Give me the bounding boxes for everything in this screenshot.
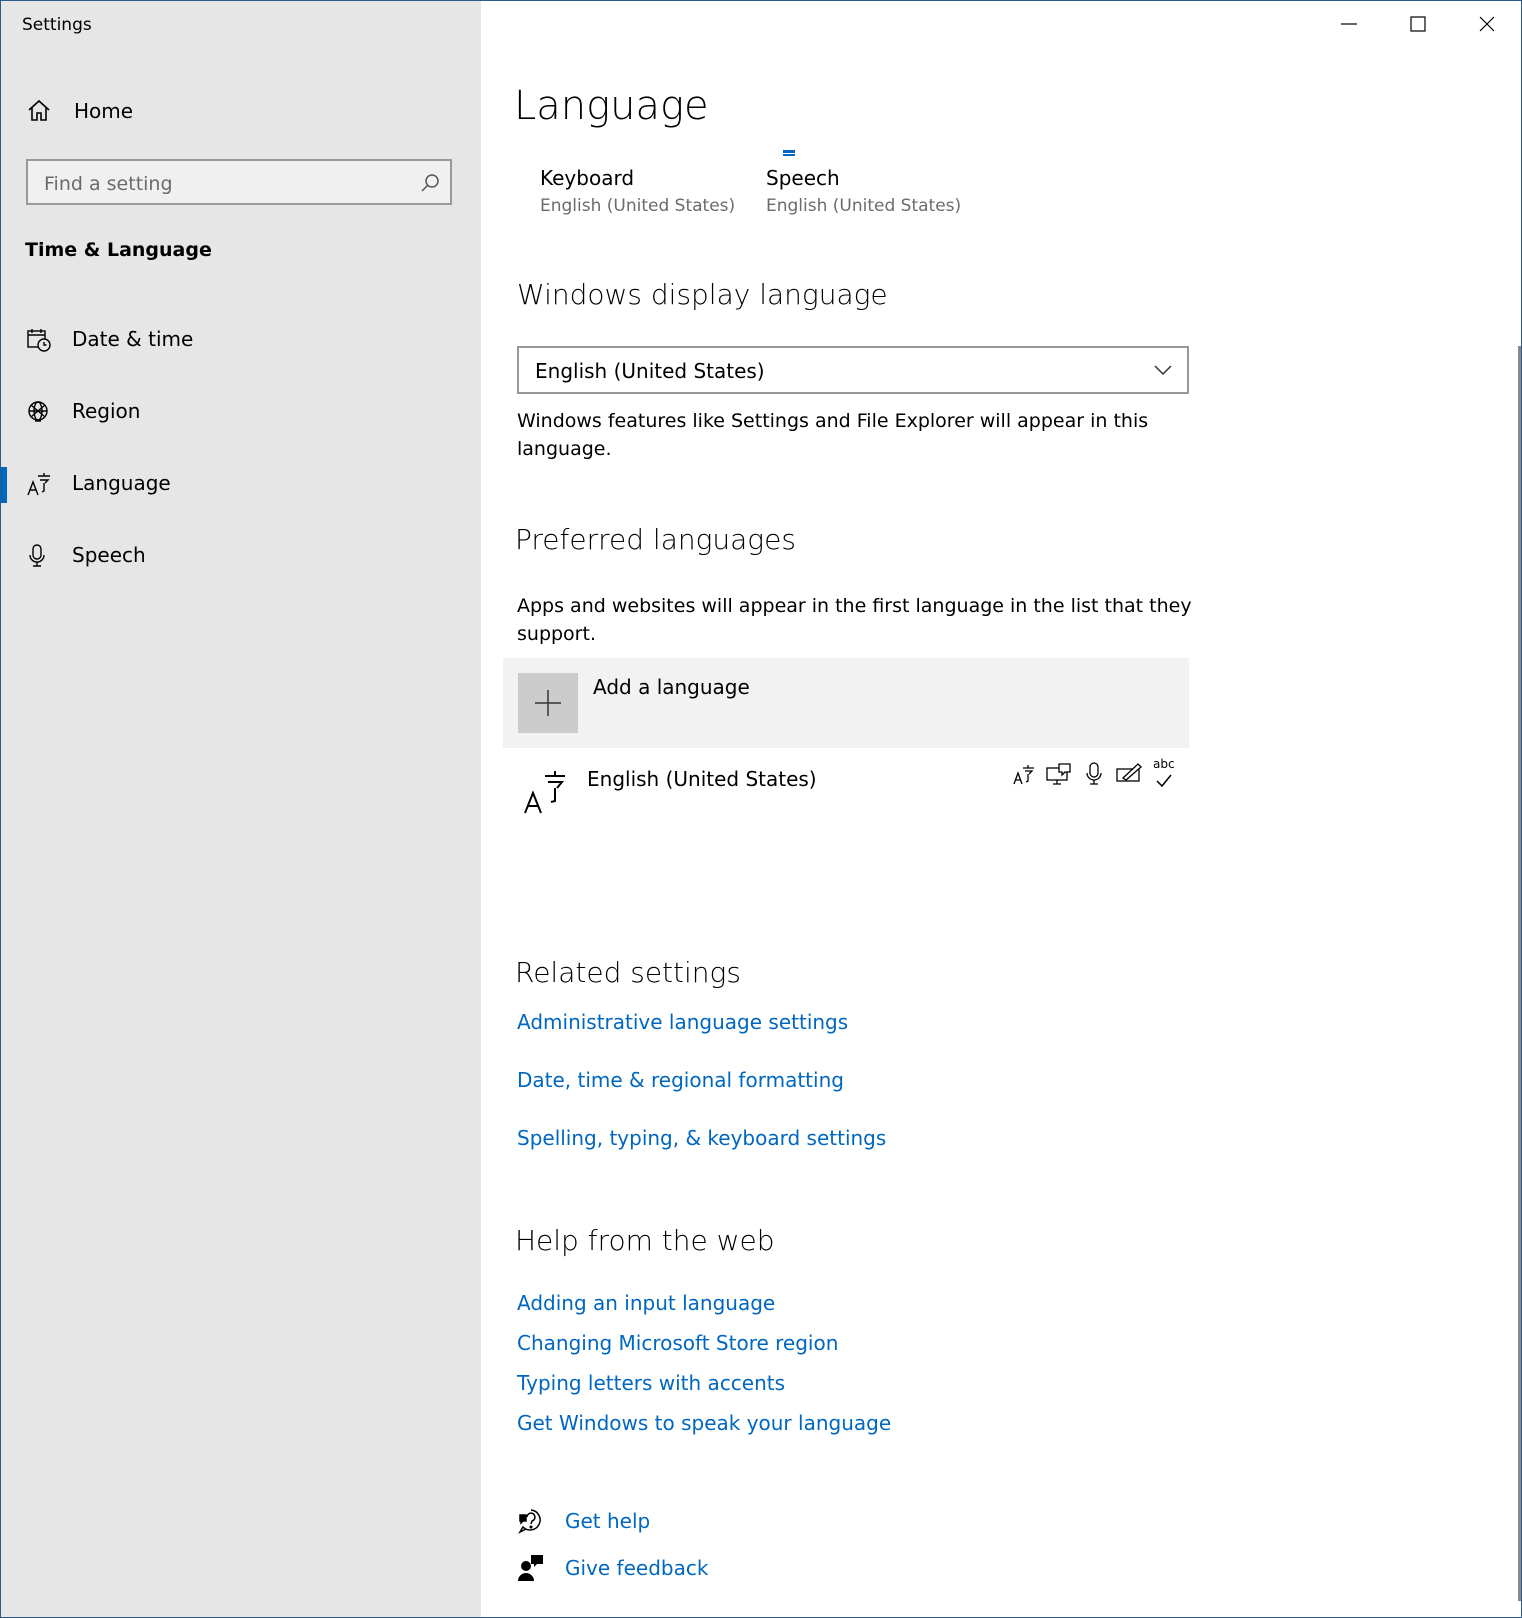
sidebar-item-speech[interactable]: Speech (1, 529, 481, 585)
speech-subtitle: English (United States) (766, 196, 962, 216)
handwriting-icon (1115, 761, 1143, 791)
minimize-button[interactable] (1316, 1, 1382, 51)
help-from-web-heading: Help from the web (515, 1224, 775, 1257)
give-feedback-icon (517, 1554, 545, 1586)
plus-icon (518, 673, 578, 733)
sidebar: Settings Home Time & Language Date & tim… (1, 1, 481, 1617)
maximize-icon (1410, 16, 1426, 36)
search-input[interactable] (42, 169, 406, 199)
typing-letters-accents-link[interactable]: Typing letters with accents (517, 1371, 785, 1395)
get-help-label: Get help (565, 1509, 651, 1533)
keyboard-subtitle: English (United States) (540, 196, 736, 216)
display-language-icon (1011, 761, 1037, 791)
keyboard-quick-link[interactable]: Keyboard English (United States) (540, 166, 735, 216)
section-title: Time & Language (25, 239, 212, 261)
maximize-button[interactable] (1385, 1, 1451, 51)
sidebar-item-date-time[interactable]: Date & time (1, 313, 481, 369)
app-title: Settings (22, 15, 92, 35)
home-icon (27, 99, 51, 127)
search-box[interactable] (26, 159, 452, 205)
calendar-clock-icon (26, 327, 52, 353)
language-list-item[interactable]: English (United States) abc (503, 751, 1189, 841)
spelling-typing-keyboard-settings-link[interactable]: Spelling, typing, & keyboard settings (517, 1126, 886, 1150)
page-title: Language (514, 83, 709, 129)
language-name: English (United States) (587, 767, 817, 791)
globe-icon (26, 399, 52, 425)
main-content: Language Keyboard English (United States… (481, 1, 1521, 1617)
close-button[interactable] (1454, 1, 1520, 51)
display-language-dropdown[interactable]: English (United States) (517, 346, 1189, 394)
speak-your-language-link[interactable]: Get Windows to speak your language (517, 1411, 891, 1435)
display-language-heading: Windows display language (517, 278, 888, 311)
changing-store-region-link[interactable]: Changing Microsoft Store region (517, 1331, 838, 1355)
close-icon (1479, 16, 1495, 36)
adding-input-language-link[interactable]: Adding an input language (517, 1291, 775, 1315)
microphone-icon (26, 543, 52, 569)
speech-quick-link[interactable]: Speech English (United States) (766, 166, 961, 216)
settings-window: Settings Home Time & Language Date & tim… (0, 0, 1522, 1618)
chevron-down-icon (1153, 362, 1173, 381)
sidebar-item-label: Region (72, 399, 141, 423)
preferred-languages-description: Apps and websites will appear in the fir… (517, 595, 1192, 645)
language-features: abc (1011, 757, 1179, 791)
sidebar-item-language[interactable]: Language (1, 457, 481, 513)
add-language-label: Add a language (593, 675, 750, 699)
administrative-language-settings-link[interactable]: Administrative language settings (517, 1010, 848, 1034)
spell-check-icon: abc (1151, 757, 1179, 791)
sidebar-item-label: Date & time (72, 327, 194, 351)
home-button[interactable]: Home (25, 91, 465, 131)
date-time-regional-formatting-link[interactable]: Date, time & regional formatting (517, 1068, 844, 1092)
give-feedback-label: Give feedback (565, 1556, 709, 1580)
sidebar-item-region[interactable]: Region (1, 385, 481, 441)
scrollbar[interactable] (1518, 346, 1521, 1601)
language-icon (26, 471, 52, 497)
active-indicator (1, 467, 7, 503)
speech-title: Speech (766, 166, 840, 190)
minimize-icon (1341, 16, 1357, 36)
sidebar-item-label: Speech (72, 543, 146, 567)
search-icon[interactable] (420, 173, 440, 197)
text-to-speech-icon (1045, 761, 1073, 791)
related-settings-heading: Related settings (515, 956, 741, 989)
speech-recognition-icon (1081, 761, 1107, 791)
home-label: Home (74, 99, 134, 123)
display-language-value: English (United States) (535, 359, 765, 383)
sidebar-item-label: Language (72, 471, 171, 495)
display-language-description: Windows features like Settings and File … (517, 410, 1149, 460)
language-icon (523, 769, 567, 819)
speech-tile-icon (781, 143, 797, 162)
get-help-icon (517, 1507, 545, 1539)
add-language-button[interactable]: Add a language (503, 658, 1189, 748)
preferred-languages-heading: Preferred languages (515, 523, 796, 556)
keyboard-title: Keyboard (540, 166, 635, 190)
